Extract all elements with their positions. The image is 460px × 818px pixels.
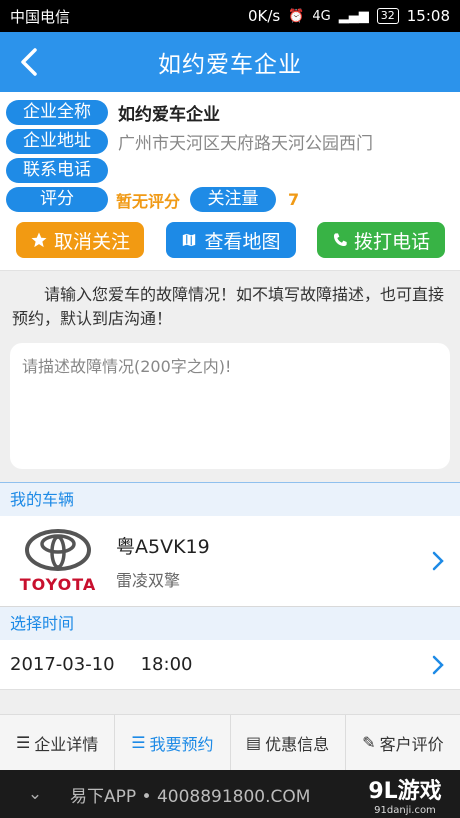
company-name: 如约爱车企业 [118, 105, 220, 125]
tab-label: 客户评价 [379, 734, 444, 754]
status-bar: 中国电信 0K/s ⏰ 4G ▂▄▆ 32 15:08 [0, 0, 460, 32]
tab-label: 我要预约 [149, 734, 214, 754]
action-buttons: 取消关注 查看地图 拨打电话 [0, 214, 460, 271]
unfollow-button[interactable]: 取消关注 [16, 222, 144, 258]
back-button[interactable] [14, 44, 44, 80]
appointment-time: 18:00 [140, 654, 193, 675]
chevron-down-icon[interactable]: ⌄ [0, 784, 70, 804]
unfollow-label: 取消关注 [53, 230, 130, 253]
view-map-label: 查看地图 [204, 230, 281, 253]
company-phone-row: 联系电话 [6, 156, 454, 185]
page-title: 如约爱车企业 [158, 52, 302, 78]
chevron-left-icon [21, 48, 37, 76]
tab-company-details[interactable]: ☰ 企业详情 [0, 715, 116, 770]
watermark-url: 91danji.com [374, 804, 436, 816]
watermark-logo: 9L游戏 91danji.com [350, 773, 460, 816]
follow-count-label: 关注量 [190, 187, 277, 212]
company-info: 企业全称 如约爱车企业 企业地址 广州市天河区天府路天河公园西门 联系电话 评分… [0, 92, 460, 214]
ad-bar: ⌄ 易下APP • 4008891800.COM 9L游戏 91danji.co… [0, 770, 460, 818]
rating-value: 暂无评分 [116, 191, 181, 211]
company-name-row: 企业全称 如约爱车企业 [6, 98, 454, 127]
my-vehicle-title: 我的车辆 [0, 482, 460, 516]
company-phone-label: 联系电话 [6, 158, 108, 183]
company-address-label: 企业地址 [6, 129, 108, 154]
folder-icon: ▤ [246, 733, 262, 752]
clock: 15:08 [406, 7, 450, 25]
chevron-right-icon [432, 655, 444, 674]
map-icon [182, 232, 197, 248]
battery-icon: 32 [376, 8, 399, 24]
tab-promotions[interactable]: ▤ 优惠信息 [231, 715, 346, 770]
rating-label: 评分 [6, 187, 108, 212]
company-address-row: 企业地址 广州市天河区天府路天河公园西门 [6, 127, 454, 156]
list-icon: ☰ [131, 733, 146, 752]
toyota-emblem-icon [25, 528, 91, 571]
header-bar: 如约爱车企业 [0, 32, 460, 92]
edit-icon: ✎ [362, 733, 376, 752]
call-button[interactable]: 拨打电话 [317, 222, 445, 258]
network-type: 4G [312, 8, 331, 24]
vehicle-row[interactable]: TOYOTA 粤A5VK19 雷凌双擎 [0, 516, 460, 606]
alarm-icon: ⏰ [288, 8, 305, 24]
license-plate: 粤A5VK19 [116, 535, 210, 558]
ad-text: 易下APP • 4008891800.COM [70, 786, 311, 807]
chevron-right-icon [432, 551, 444, 571]
vehicle-model: 雷凌双擎 [116, 570, 181, 590]
select-time-title: 选择时间 [0, 606, 460, 640]
company-address: 广州市天河区天府路天河公园西门 [118, 134, 373, 154]
vehicle-info: 粤A5VK19 雷凌双擎 [116, 532, 210, 591]
rating-row: 评分 暂无评分 关注量 7 [6, 185, 454, 214]
network-speed: 0K/s [247, 7, 281, 25]
tab-book[interactable]: ☰ 我要预约 [115, 715, 231, 770]
signal-icon: ▂▄▆ [338, 8, 369, 24]
fault-notice: 请输入您爱车的故障情况！如不填写故障描述，也可直接预约，默认到店沟通！ [12, 285, 445, 328]
star-icon [31, 232, 47, 248]
view-map-button[interactable]: 查看地图 [165, 222, 296, 258]
carrier-name: 中国电信 [10, 7, 71, 26]
call-label: 拨打电话 [353, 230, 430, 253]
watermark-text: 9L游戏 [368, 778, 442, 804]
phone-icon [333, 233, 347, 246]
bottom-tabs: ☰ 企业详情 ☰ 我要预约 ▤ 优惠信息 ✎ 客户评价 [0, 714, 460, 770]
time-select-row[interactable]: 2017-03-10 18:00 [0, 640, 460, 690]
toyota-logo: TOYOTA [18, 528, 98, 594]
list-icon: ☰ [15, 733, 31, 752]
tab-reviews[interactable]: ✎ 客户评价 [346, 715, 460, 770]
tab-label: 企业详情 [34, 734, 99, 754]
appointment-date: 2017-03-10 [10, 654, 115, 675]
company-name-label: 企业全称 [6, 100, 108, 125]
fault-description-input[interactable]: 请描述故障情况(200字之内)! [10, 343, 450, 469]
follow-count: 7 [288, 190, 300, 209]
vehicle-brand: TOYOTA [19, 574, 97, 594]
tab-label: 优惠信息 [265, 734, 330, 754]
